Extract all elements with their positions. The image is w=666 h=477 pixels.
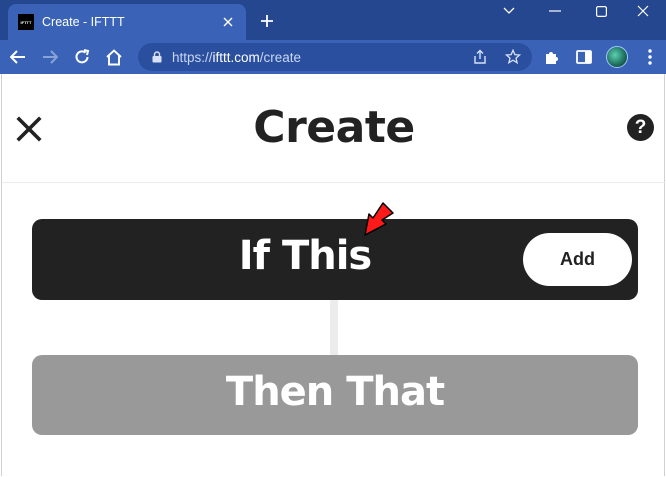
minimize-icon[interactable] (532, 0, 578, 22)
help-button[interactable]: ? (627, 114, 654, 141)
url-host: ifttt.com (212, 49, 260, 65)
browser-toolbar: https://ifttt.com/create (0, 40, 666, 74)
reload-icon[interactable] (68, 43, 96, 71)
share-icon[interactable] (471, 48, 489, 66)
maximize-icon[interactable] (578, 0, 624, 22)
browser-tab[interactable]: IFTTT Create - IFTTT (8, 4, 246, 40)
add-trigger-button[interactable]: Add (523, 233, 632, 286)
home-icon[interactable] (100, 43, 128, 71)
browser-titlebar: IFTTT Create - IFTTT (0, 0, 666, 40)
step-connector (330, 300, 338, 355)
header-divider (2, 182, 666, 183)
annotation-arrow-icon (364, 202, 394, 236)
address-bar[interactable]: https://ifttt.com/create (138, 43, 532, 71)
then-that-label: Then That (225, 369, 445, 415)
url-text[interactable]: https://ifttt.com/create (172, 50, 301, 65)
tab-title: Create - IFTTT (42, 15, 125, 29)
avatar[interactable] (606, 46, 628, 68)
star-icon[interactable] (504, 48, 522, 66)
ifttt-create-page: Create ? If This Add Then That (1, 74, 666, 476)
kebab-menu-icon[interactable] (636, 43, 664, 71)
url-path: /create (259, 49, 302, 65)
if-this-label: If This (238, 233, 373, 279)
puzzle-icon[interactable] (538, 43, 566, 71)
arrow-left-icon[interactable] (4, 43, 32, 71)
side-panel-icon[interactable] (570, 43, 598, 71)
close-icon[interactable] (620, 0, 666, 22)
then-that-block: Then That (32, 355, 638, 435)
close-icon[interactable] (216, 10, 240, 34)
lock-icon[interactable] (150, 50, 164, 64)
ifttt-favicon: IFTTT (18, 14, 34, 30)
page-title: Create (253, 102, 415, 153)
chevron-down-icon[interactable] (486, 0, 532, 22)
if-this-block[interactable]: If This Add (32, 219, 638, 300)
plus-icon[interactable] (254, 8, 280, 34)
url-scheme: https:// (172, 49, 213, 65)
arrow-right-icon[interactable] (36, 43, 64, 71)
